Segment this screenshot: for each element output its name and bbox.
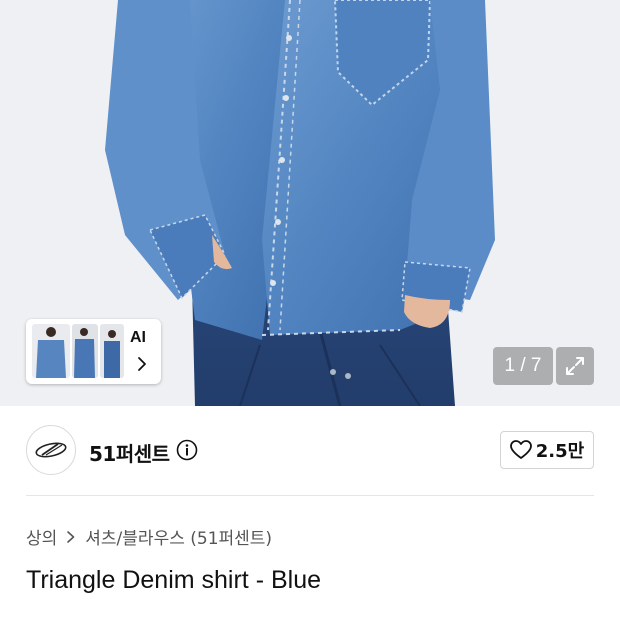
- expand-button[interactable]: [556, 347, 594, 385]
- ai-thumbnails-button[interactable]: AI: [26, 319, 161, 384]
- divider: [26, 495, 594, 496]
- product-title: Triangle Denim shirt - Blue: [26, 566, 322, 594]
- like-button[interactable]: 2.5만: [500, 431, 594, 469]
- thumbnail-1: [32, 324, 70, 378]
- heart-icon: [509, 440, 532, 459]
- brand-name[interactable]: 51퍼센트: [89, 438, 170, 467]
- product-image-gallery[interactable]: AI 1 / 7: [0, 0, 620, 406]
- ai-label: AI: [130, 329, 146, 346]
- thumbnail-3: [100, 324, 124, 378]
- like-count: 2.5만: [535, 441, 585, 462]
- thumbnail-2: [72, 324, 98, 378]
- brand-logo-icon: [35, 442, 67, 458]
- info-icon[interactable]: [176, 439, 198, 461]
- breadcrumb-item-category[interactable]: 상의: [26, 524, 57, 549]
- breadcrumb: 상의 셔츠/블라우스 (51퍼센트): [26, 524, 272, 549]
- breadcrumb-item-subcategory[interactable]: 셔츠/블라우스 (51퍼센트): [85, 524, 272, 549]
- brand-logo[interactable]: [26, 425, 76, 475]
- brand-row: 51퍼센트 2.5만: [26, 425, 594, 477]
- chevron-right-icon: [138, 357, 146, 371]
- chevron-right-icon: [67, 530, 75, 543]
- image-counter: 1 / 7: [493, 347, 553, 385]
- expand-icon: [566, 357, 584, 375]
